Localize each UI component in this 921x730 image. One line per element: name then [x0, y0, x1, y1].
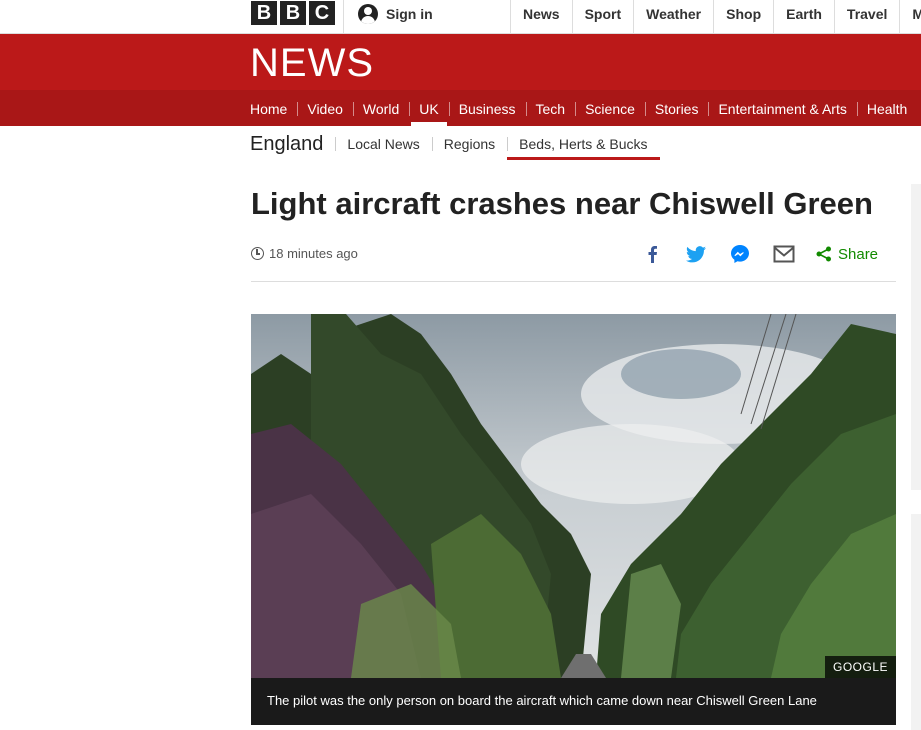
divider: [343, 0, 344, 34]
global-nav-shop[interactable]: Shop: [713, 0, 773, 34]
sidebar-panel: [911, 514, 921, 730]
bbc-logo-letter-3: C: [309, 1, 335, 25]
news-logo[interactable]: NEWS: [250, 41, 374, 86]
twitter-icon[interactable]: [684, 242, 708, 266]
user-icon: [358, 4, 378, 24]
section-nav: Home Video World UK Business Tech Scienc…: [0, 90, 921, 126]
section-nav-tech[interactable]: Tech: [525, 90, 576, 126]
facebook-icon[interactable]: [640, 242, 664, 266]
image-caption: The pilot was the only person on board t…: [251, 678, 896, 725]
article-headline: Light aircraft crashes near Chiswell Gre…: [251, 186, 873, 221]
bbc-logo-letter-1: B: [251, 1, 277, 25]
image-credit: GOOGLE: [824, 656, 896, 678]
section-nav-home[interactable]: Home: [240, 90, 297, 126]
news-banner: NEWS: [0, 34, 921, 90]
global-header: B B C Sign in News Sport Weather Shop Ea…: [0, 0, 921, 34]
section-nav-uk[interactable]: UK: [409, 90, 448, 126]
article-image: GOOGLE: [251, 314, 896, 678]
share-button[interactable]: Share: [816, 246, 878, 263]
global-nav-earth[interactable]: Earth: [773, 0, 834, 34]
global-nav-weather[interactable]: Weather: [633, 0, 713, 34]
sign-in-label: Sign in: [386, 6, 433, 22]
sidebar-panel: [911, 184, 921, 490]
global-nav: News Sport Weather Shop Earth Travel Mor…: [510, 0, 921, 34]
email-icon[interactable]: [772, 242, 796, 266]
global-nav-more[interactable]: More: [899, 0, 921, 34]
article-meta: 18 minutes ago: [251, 246, 358, 261]
section-nav-video[interactable]: Video: [297, 90, 353, 126]
article-timestamp: 18 minutes ago: [269, 246, 358, 261]
sub-nav-regions[interactable]: Regions: [431, 128, 507, 160]
share-tools: Share: [640, 242, 878, 266]
global-nav-sport[interactable]: Sport: [571, 0, 634, 34]
sub-nav-local-news[interactable]: Local News: [335, 128, 431, 160]
clock-icon: [251, 247, 264, 260]
divider: [251, 281, 896, 282]
section-nav-science[interactable]: Science: [575, 90, 645, 126]
section-nav-business[interactable]: Business: [448, 90, 526, 126]
sign-in-link[interactable]: Sign in: [358, 4, 433, 24]
street-view-photo: [251, 314, 896, 678]
sub-nav: England Local News Regions Beds, Herts &…: [250, 128, 660, 160]
global-nav-travel[interactable]: Travel: [833, 0, 899, 34]
share-icon: [816, 246, 831, 262]
section-nav-world[interactable]: World: [352, 90, 409, 126]
section-nav-stories[interactable]: Stories: [644, 90, 709, 126]
region-title[interactable]: England: [250, 133, 335, 156]
messenger-icon[interactable]: [728, 242, 752, 266]
section-nav-entertainment-arts[interactable]: Entertainment & Arts: [708, 90, 856, 126]
global-nav-news[interactable]: News: [510, 0, 572, 34]
section-nav-health[interactable]: Health: [856, 90, 917, 126]
sub-nav-beds-herts-bucks[interactable]: Beds, Herts & Bucks: [507, 128, 660, 160]
bbc-logo-letter-2: B: [280, 1, 306, 25]
bbc-logo[interactable]: B B C: [251, 1, 335, 25]
share-label: Share: [838, 245, 879, 263]
